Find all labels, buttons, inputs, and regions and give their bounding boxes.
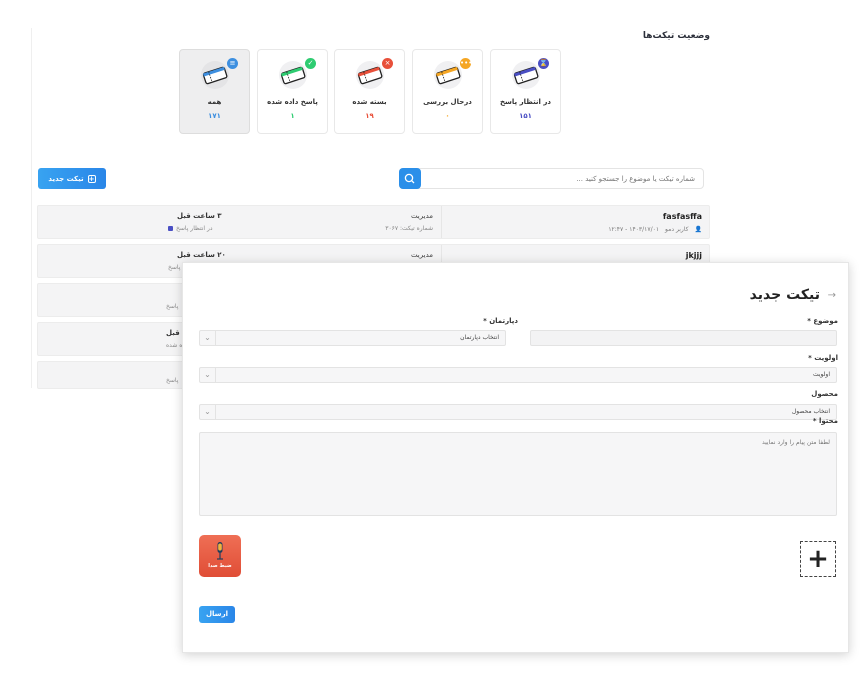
department-label: دپارتمان * (483, 317, 518, 325)
status-dot (168, 226, 173, 231)
status-card-label: درحال بررسی (423, 98, 472, 106)
table-row[interactable]: fasfasffa 👤 کاربر دمو ۱۴۰۳/۱۷/۰۱ - ۱۲:۴۷… (37, 205, 710, 239)
priority-value: اولویت (812, 371, 830, 378)
chevron-down-icon: ⌄ (200, 405, 216, 419)
record-voice-button[interactable]: ضبط صدا (199, 535, 241, 577)
status-card-count: ۱۹ (365, 112, 374, 120)
arrow-right-icon[interactable]: → (828, 290, 836, 301)
ticket-date: ۱۴۰۳/۱۷/۰۱ - ۱۲:۴۷ (608, 226, 660, 233)
priority-label: اولویت * (808, 354, 838, 362)
status-card-all[interactable]: ≡ همه ۱۷۱ (179, 49, 250, 134)
status-card-closed[interactable]: × بسته شده ۱۹ (334, 49, 405, 134)
status-card-waiting[interactable]: ⌛ در انتظار پاسخ ۱۵۱ (490, 49, 561, 134)
search-input[interactable] (422, 169, 703, 188)
ticket-state-label: پاسخ (166, 303, 179, 310)
search-bar (399, 168, 704, 189)
department-select[interactable]: ⌄ انتخاب دپارتمان (199, 330, 506, 346)
ticket-number: شماره تیکت: ۳۰۶۷ (385, 225, 433, 232)
product-select[interactable]: ⌄ انتخاب محصول (199, 404, 837, 420)
content-textarea[interactable] (200, 433, 836, 515)
check-icon: ✓ (305, 58, 316, 69)
microphone-icon (217, 542, 223, 560)
department-value: انتخاب دپارتمان (460, 334, 499, 341)
close-icon: × (382, 58, 393, 69)
status-card-label: همه (207, 98, 222, 106)
chevron-down-icon: ⌄ (200, 331, 216, 345)
divider (441, 206, 442, 238)
product-value: انتخاب محصول (791, 408, 830, 415)
subject-label: موضوع * (807, 317, 838, 325)
ticket-state-label: پاسخ (168, 264, 181, 271)
plus-icon: + (807, 544, 829, 574)
ellipsis-icon: ••• (460, 58, 473, 69)
status-card-reviewing[interactable]: ••• درحال بررسی ۰ (412, 49, 483, 134)
user-icon: 👤 (694, 226, 702, 233)
ticket-department: مدیریت (410, 212, 433, 220)
new-ticket-modal: → تیکت جدید موضوع * دپارتمان * ⌄ انتخاب … (182, 262, 849, 653)
status-card-count: ۱۷۱ (208, 112, 221, 120)
new-ticket-label: تیکت جدید (48, 174, 84, 183)
record-voice-label: ضبط صدا (208, 563, 232, 569)
status-card-answered[interactable]: ✓ پاسخ داده شده ۱ (257, 49, 328, 134)
search-icon (404, 173, 415, 184)
priority-select[interactable]: ⌄ اولویت (199, 367, 837, 383)
new-ticket-button[interactable]: + تیکت جدید (38, 168, 106, 189)
ticket-department: مدیریت (410, 251, 433, 259)
page: وضعیت تیکت‌ها ⌛ در انتظار پاسخ ۱۵۱ ••• د… (0, 0, 863, 673)
list-icon: ≡ (227, 58, 238, 69)
hourglass-icon: ⌛ (538, 58, 549, 69)
ticket-state-label: در انتظار پاسخ (176, 225, 213, 232)
modal-title: تیکت جدید (749, 287, 820, 303)
subject-input[interactable] (530, 330, 837, 346)
table-row[interactable]: پاسخ (37, 283, 187, 317)
status-card-label: در انتظار پاسخ (499, 98, 552, 106)
content-field[interactable] (199, 432, 837, 516)
status-card-label: بسته شده (352, 98, 387, 106)
ticket-time: ۳ ساعت قبل (177, 212, 222, 220)
ticket-state-label: پاسخ (166, 377, 179, 384)
status-card-label: پاسخ داده شده (267, 98, 318, 106)
content-label: محتوا * (812, 417, 838, 425)
modal-body: → تیکت جدید موضوع * دپارتمان * ⌄ انتخاب … (193, 273, 840, 644)
status-card-count: ۰ (445, 112, 450, 120)
status-card-count: ۱۵۱ (519, 112, 532, 120)
search-button[interactable] (399, 168, 421, 189)
ticket-state: پاسخ (168, 264, 180, 271)
add-icon: + (87, 174, 96, 183)
ticket-time: قبل (166, 329, 180, 337)
table-row[interactable]: پاسخ (37, 361, 187, 389)
ticket-title: fasfasffa (662, 212, 702, 221)
ticket-time: ۲۰ ساعت قبل (177, 251, 226, 259)
table-row[interactable]: قبل ده شده (37, 322, 187, 356)
product-label: محصول (811, 390, 838, 398)
ticket-title: jkjjj (685, 251, 702, 260)
divider (31, 28, 32, 388)
status-card-count: ۱ (290, 112, 295, 120)
ticket-state: در انتظار پاسخ (168, 225, 213, 232)
ticket-meta: 👤 کاربر دمو ۱۴۰۳/۱۷/۰۱ - ۱۲:۴۷ (608, 226, 702, 233)
send-button[interactable]: ارسال (199, 606, 235, 623)
ticket-user: کاربر دمو (665, 226, 689, 233)
status-heading: وضعیت تیکت‌ها (642, 31, 710, 41)
chevron-down-icon: ⌄ (200, 368, 216, 382)
attach-file-button[interactable]: + (800, 541, 836, 577)
